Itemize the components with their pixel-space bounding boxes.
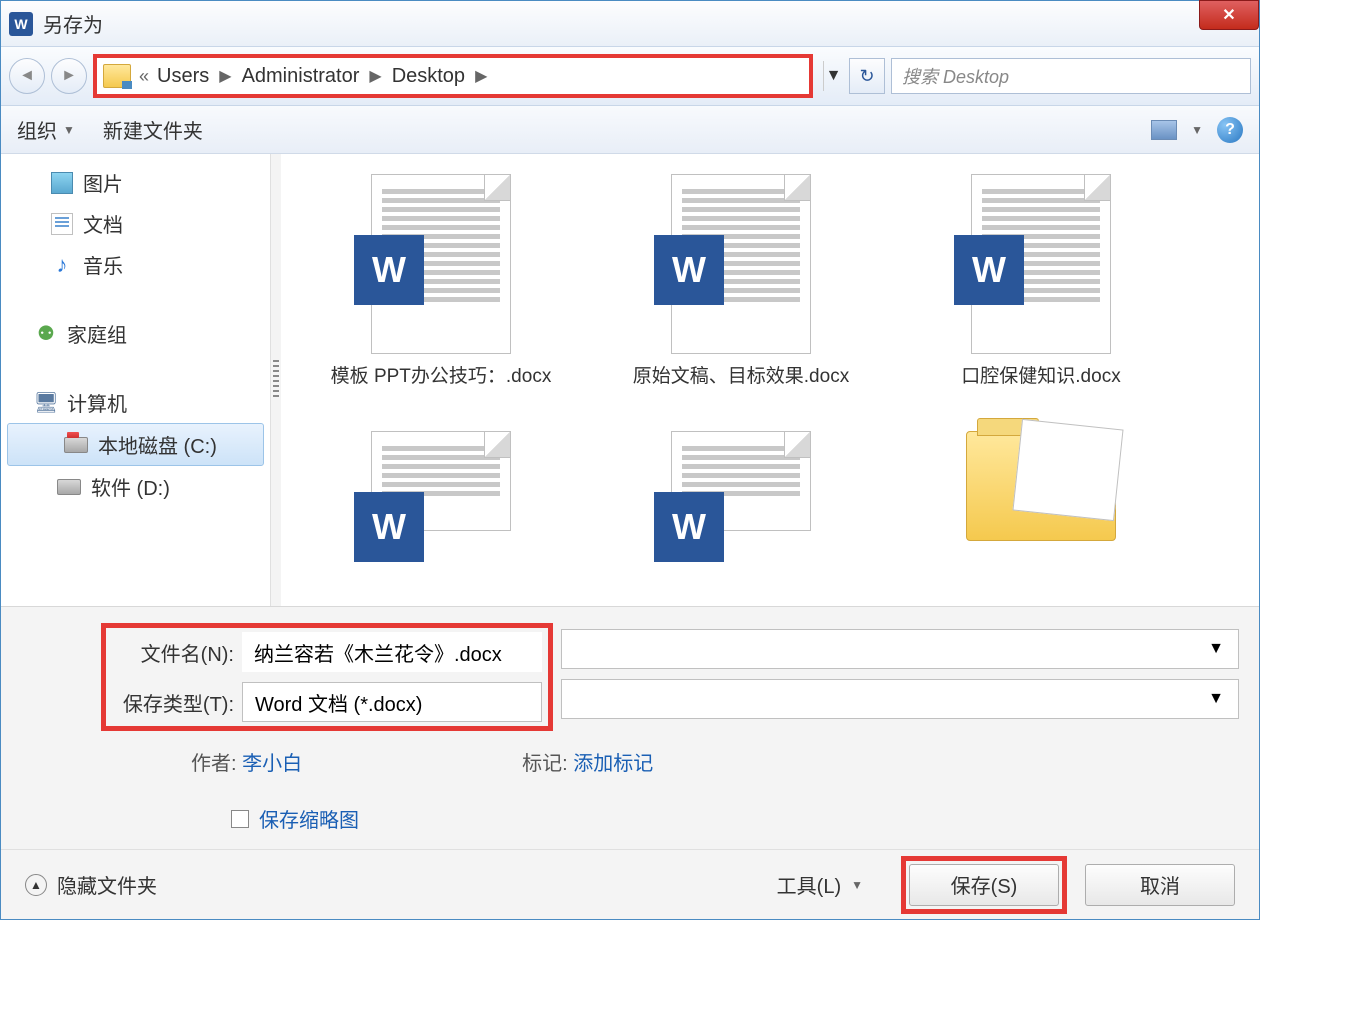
path-dropdown-button[interactable]: ▼ bbox=[823, 61, 843, 91]
folder-icon bbox=[966, 431, 1116, 541]
computer-icon: 🖥 bbox=[35, 392, 57, 414]
sidebar-item-computer[interactable]: 🖥 计算机 bbox=[1, 382, 270, 423]
chevron-right-icon[interactable]: ▶ bbox=[219, 66, 231, 86]
save-thumbnail-checkbox[interactable]: 保存缩略图 bbox=[231, 804, 1239, 833]
checkbox-icon bbox=[231, 810, 249, 828]
filetype-label: 保存类型(T): bbox=[112, 688, 242, 717]
tag-value[interactable]: 添加标记 bbox=[573, 753, 653, 775]
filename-dropdown[interactable]: ▼ bbox=[561, 629, 1239, 669]
save-options-panel: ▼ ▼ 文件名(N): 纳兰容若《木兰花令》.docx 保存类型(T): Wor… bbox=[1, 606, 1259, 849]
folder-icon bbox=[103, 64, 131, 88]
cancel-button[interactable]: 取消 bbox=[1085, 864, 1235, 906]
save-button[interactable]: 保存(S) bbox=[909, 864, 1059, 906]
breadcrumb-item[interactable]: Administrator bbox=[242, 65, 360, 88]
docx-thumbnail-icon: W bbox=[971, 174, 1111, 354]
author-label: 作者: bbox=[191, 753, 237, 775]
highlighted-fields: 文件名(N): 纳兰容若《木兰花令》.docx 保存类型(T): Word 文档… bbox=[101, 623, 553, 731]
author-value[interactable]: 李小白 bbox=[242, 753, 302, 775]
dialog-footer: ▲ 隐藏文件夹 工具(L) ▼ 保存(S) 取消 bbox=[1, 849, 1259, 919]
breadcrumb-item[interactable]: Desktop bbox=[392, 65, 465, 88]
file-item[interactable]: W bbox=[621, 431, 861, 541]
new-folder-button[interactable]: 新建文件夹 bbox=[103, 115, 203, 144]
sidebar-item-pictures[interactable]: 图片 bbox=[1, 162, 270, 203]
filename-input[interactable]: 纳兰容若《木兰花令》.docx bbox=[242, 632, 542, 672]
metadata-row: 作者: 李小白 标记: 添加标记 bbox=[191, 747, 1239, 776]
sidebar-item-music[interactable]: ♪ 音乐 bbox=[1, 244, 270, 285]
back-button[interactable]: ◄ bbox=[9, 58, 45, 94]
breadcrumb-item[interactable]: Users bbox=[157, 65, 209, 88]
sidebar-item-documents[interactable]: 文档 bbox=[1, 203, 270, 244]
tag-label: 标记: bbox=[522, 753, 568, 775]
search-input[interactable]: 搜索 Desktop bbox=[891, 58, 1251, 94]
breadcrumb[interactable]: « Users ▶ Administrator ▶ Desktop ▶ bbox=[93, 54, 813, 98]
chevron-down-icon[interactable]: ▼ bbox=[1191, 123, 1203, 137]
file-item[interactable]: W 模板 PPT办公技巧：.docx bbox=[321, 174, 561, 391]
docx-thumbnail-icon: W bbox=[371, 431, 511, 531]
sidebar-item-drive-d[interactable]: 软件 (D:) bbox=[1, 466, 270, 507]
toolbar: 组织 ▼ 新建文件夹 ▼ ? bbox=[1, 106, 1259, 154]
save-as-dialog: W 另存为 ✕ ◄ ► « Users ▶ Administrator ▶ De… bbox=[0, 0, 1260, 920]
window-title: 另存为 bbox=[43, 9, 103, 38]
splitter[interactable] bbox=[271, 154, 281, 606]
file-name-label: 模板 PPT办公技巧：.docx bbox=[331, 364, 552, 391]
docx-thumbnail-icon: W bbox=[371, 174, 511, 354]
music-icon: ♪ bbox=[51, 254, 73, 276]
chevron-right-icon[interactable]: ▶ bbox=[475, 66, 487, 86]
pictures-icon bbox=[51, 172, 73, 194]
navigation-bar: ◄ ► « Users ▶ Administrator ▶ Desktop ▶ … bbox=[1, 46, 1259, 106]
docx-thumbnail-icon: W bbox=[671, 174, 811, 354]
tools-menu[interactable]: 工具(L) ▼ bbox=[777, 870, 863, 899]
documents-icon bbox=[51, 213, 73, 235]
filetype-dropdown[interactable]: ▼ bbox=[561, 679, 1239, 719]
navigation-sidebar: 图片 文档 ♪ 音乐 ⚉ 家庭组 🖥 计算机 本地磁盘 (C:) bbox=[1, 154, 271, 606]
sidebar-item-homegroup[interactable]: ⚉ 家庭组 bbox=[1, 313, 270, 354]
forward-button[interactable]: ► bbox=[51, 58, 87, 94]
close-button[interactable]: ✕ bbox=[1199, 0, 1259, 30]
file-item[interactable]: W 口腔保健知识.docx bbox=[921, 174, 1161, 391]
homegroup-icon: ⚉ bbox=[35, 323, 57, 345]
drive-icon bbox=[64, 437, 88, 453]
folder-item[interactable] bbox=[921, 431, 1161, 541]
drive-icon bbox=[57, 479, 81, 495]
docx-thumbnail-icon: W bbox=[671, 431, 811, 531]
chevron-down-icon: ▼ bbox=[851, 878, 863, 892]
file-name-label: 原始文稿、目标效果.docx bbox=[633, 364, 849, 391]
save-button-highlight: 保存(S) bbox=[901, 856, 1067, 914]
filetype-select[interactable]: Word 文档 (*.docx) bbox=[242, 682, 542, 722]
help-button[interactable]: ? bbox=[1217, 117, 1243, 143]
sidebar-item-drive-c[interactable]: 本地磁盘 (C:) bbox=[7, 423, 264, 466]
hide-folders-button[interactable]: ▲ 隐藏文件夹 bbox=[25, 870, 157, 899]
organize-menu[interactable]: 组织 ▼ bbox=[17, 115, 75, 144]
file-list[interactable]: W 模板 PPT办公技巧：.docx W 原始文稿、目标效果.docx W bbox=[281, 154, 1259, 606]
chevron-down-icon: ▼ bbox=[63, 123, 75, 137]
chevron-right-icon[interactable]: ▶ bbox=[369, 66, 381, 86]
body: 图片 文档 ♪ 音乐 ⚉ 家庭组 🖥 计算机 本地磁盘 (C:) bbox=[1, 154, 1259, 606]
refresh-button[interactable]: ↻ bbox=[849, 58, 885, 94]
chevron-up-icon: ▲ bbox=[25, 874, 47, 896]
titlebar: W 另存为 ✕ bbox=[1, 1, 1259, 46]
file-item[interactable]: W 原始文稿、目标效果.docx bbox=[621, 174, 861, 391]
filename-label: 文件名(N): bbox=[112, 638, 242, 667]
breadcrumb-overflow-icon[interactable]: « bbox=[139, 66, 149, 87]
file-name-label: 口腔保健知识.docx bbox=[961, 364, 1120, 391]
file-item[interactable]: W bbox=[321, 431, 561, 541]
view-options-button[interactable] bbox=[1151, 120, 1177, 140]
word-app-icon: W bbox=[9, 12, 33, 36]
